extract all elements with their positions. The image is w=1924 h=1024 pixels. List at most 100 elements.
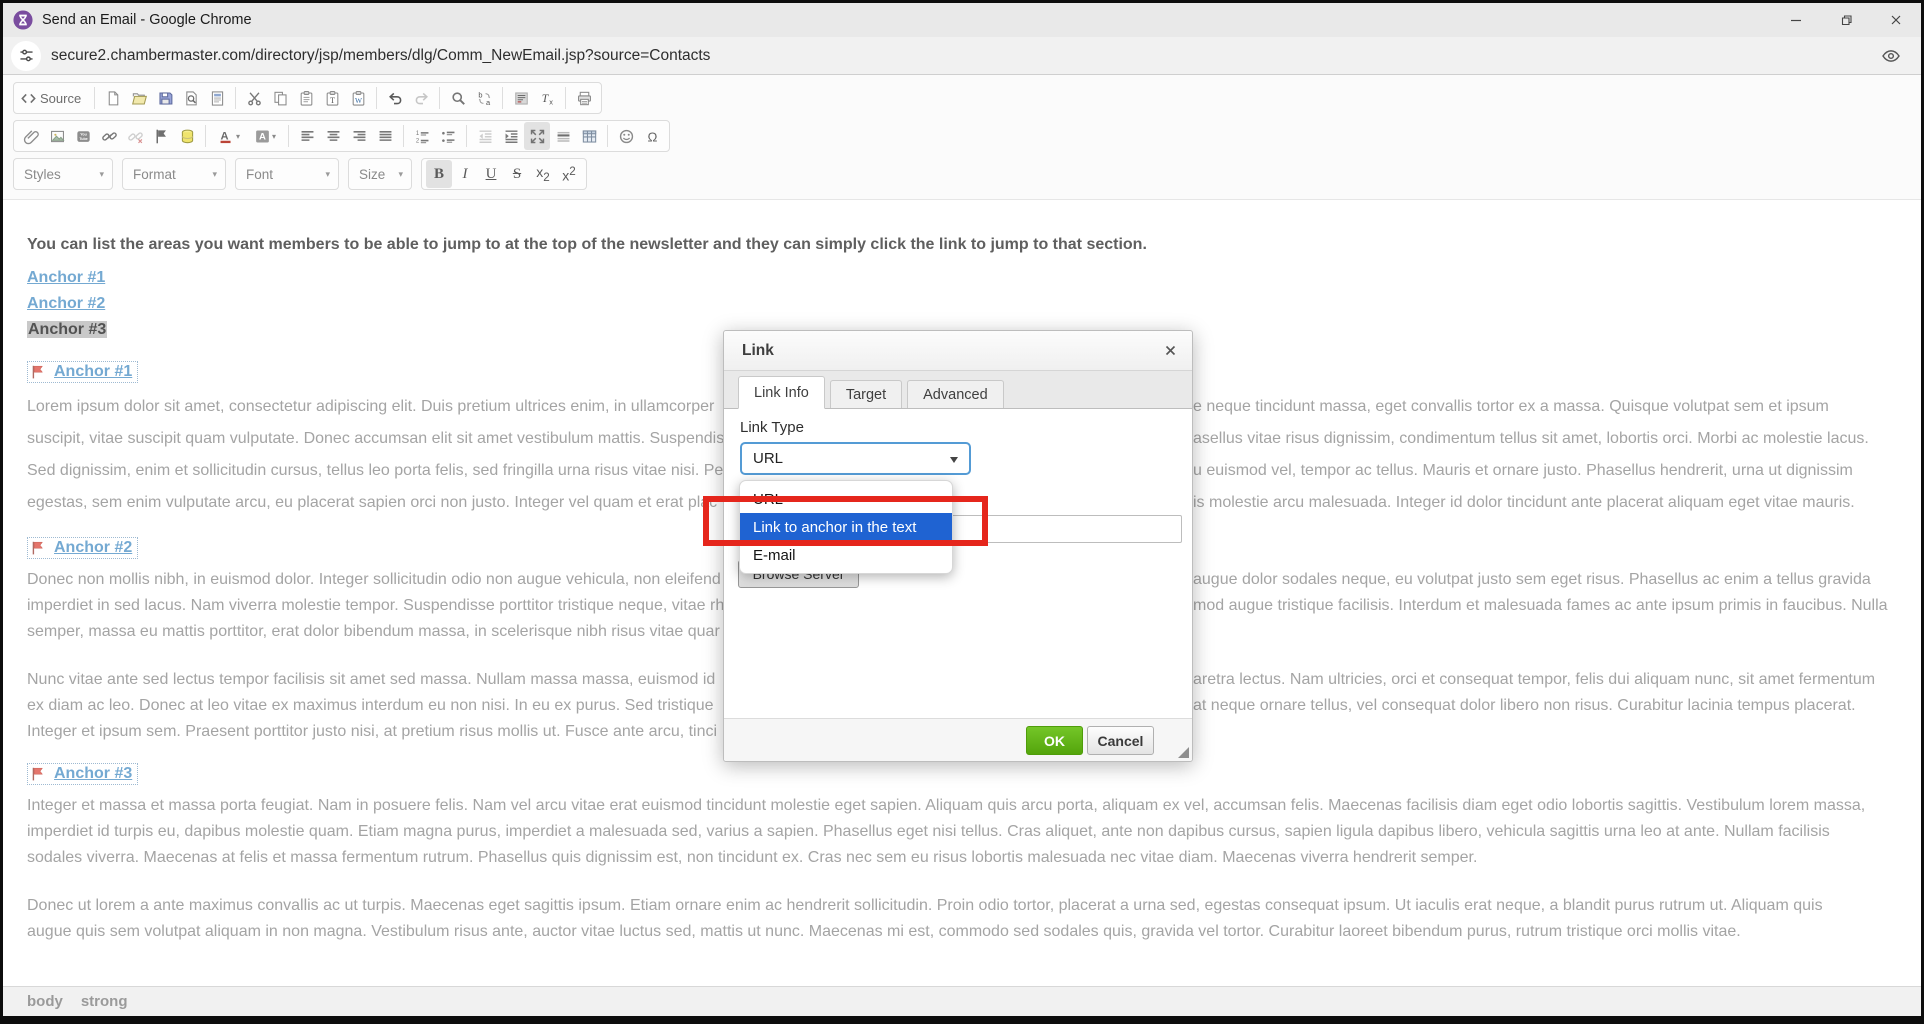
line-right-segment: u euismod vel, tempor ac tellus. Mauris …	[1193, 462, 1853, 479]
tab-advanced[interactable]: Advanced	[907, 380, 1004, 408]
image-button[interactable]	[44, 122, 70, 150]
toolbar-separator	[288, 125, 289, 147]
app-icon	[13, 10, 33, 30]
minimize-button[interactable]	[1771, 3, 1821, 37]
resize-grip[interactable]	[1178, 747, 1189, 758]
anchor-heading-link[interactable]: Anchor #3	[54, 765, 132, 783]
format-dropdown[interactable]: Format ▾	[122, 158, 226, 190]
anchor-link[interactable]: Anchor #2	[27, 295, 105, 312]
svg-text:2: 2	[415, 138, 418, 144]
toolbar-group: Source T Wb a Tx	[13, 82, 603, 114]
anchor-heading-link[interactable]: Anchor #1	[54, 363, 132, 381]
line-left-segment: Nunc vitae ante sed lectus tempor facili…	[27, 671, 716, 688]
table-button[interactable]	[576, 122, 602, 150]
bold-button[interactable]: B	[426, 160, 452, 188]
styles-dropdown[interactable]: Styles ▾	[13, 158, 113, 190]
italic-button[interactable]: I	[452, 160, 478, 188]
anchor-flag-icon	[30, 766, 50, 782]
ok-button[interactable]: OK	[1026, 726, 1083, 755]
unlink-icon	[127, 128, 144, 145]
paste-text-button[interactable]: T	[319, 84, 345, 112]
attachment-button[interactable]	[18, 122, 44, 150]
paste-icon	[298, 90, 315, 107]
link-button[interactable]	[96, 122, 122, 150]
anchor-heading-link[interactable]: Anchor #2	[54, 539, 132, 557]
element-path-item[interactable]: body	[27, 993, 63, 1010]
link-type-select[interactable]: URL	[740, 442, 971, 475]
bulleted-list-button[interactable]	[435, 122, 461, 150]
size-dropdown[interactable]: Size ▾	[348, 158, 412, 190]
site-settings-icon[interactable]	[11, 40, 41, 71]
templates-button[interactable]	[204, 84, 230, 112]
align-right-button[interactable]	[346, 122, 372, 150]
replace-button[interactable]: ba	[471, 84, 497, 112]
special-char-button[interactable]: Ω	[639, 122, 665, 150]
url-text[interactable]: secure2.chambermaster.com/directory/jsp/…	[51, 47, 710, 65]
youtube-button[interactable]: You Tube	[70, 122, 96, 150]
remove-format-button[interactable]: Tx	[534, 84, 560, 112]
strikethrough-button[interactable]: S	[504, 160, 530, 188]
numbered-list-button[interactable]: 12	[409, 122, 435, 150]
save-button[interactable]	[152, 84, 178, 112]
superscript-button[interactable]: x2	[556, 160, 582, 188]
line-left-segment: imperdiet in sed lacus. Nam viverra mole…	[27, 597, 725, 614]
font-dropdown[interactable]: Font ▾	[235, 158, 339, 190]
indent-button[interactable]	[498, 122, 524, 150]
folder-open-button[interactable]	[126, 84, 152, 112]
source-button[interactable]: Source	[18, 84, 89, 112]
attachment-icon	[23, 128, 40, 145]
eye-icon[interactable]	[1881, 46, 1901, 66]
unlink-button[interactable]	[122, 122, 148, 150]
horizontal-rule-button[interactable]	[550, 122, 576, 150]
toolbar-separator	[94, 87, 96, 109]
smiley-button[interactable]	[613, 122, 639, 150]
save-icon	[157, 90, 174, 107]
element-path-item[interactable]: strong	[81, 993, 128, 1010]
anchor-flag-icon	[30, 364, 50, 380]
line-right-segment: augue dolor sodales neque, eu volutpat j…	[1193, 571, 1871, 588]
chevron-down-icon: ▾	[235, 131, 240, 141]
chevron-down-icon: ▾	[99, 168, 104, 179]
close-button[interactable]	[1871, 3, 1921, 37]
tab-target[interactable]: Target	[829, 380, 903, 408]
editor-toolbar: Source T Wb a Tx You Tube A ▾ A ▾ 1 2 Ω Styles ▾ Forma…	[3, 75, 1921, 200]
anchor-button[interactable]	[148, 122, 174, 150]
redo-button[interactable]	[408, 84, 434, 112]
copy-button[interactable]	[267, 84, 293, 112]
select-all-button[interactable]	[508, 84, 534, 112]
maximize-button[interactable]	[524, 122, 550, 150]
undo-button[interactable]	[382, 84, 408, 112]
numbered-list-icon: 12	[414, 128, 431, 145]
text-color-button[interactable]: A ▾	[211, 122, 247, 150]
underline-button[interactable]: U	[478, 160, 504, 188]
cancel-button[interactable]: Cancel	[1087, 726, 1154, 755]
align-justify-button[interactable]	[372, 122, 398, 150]
preview-button[interactable]	[178, 84, 204, 112]
bg-color-button[interactable]: A ▾	[247, 122, 283, 150]
intro-text: You can list the areas you want members …	[27, 236, 1147, 253]
line-right-segment: is molestie arcu malesuada. Integer id d…	[1193, 494, 1855, 511]
find-button[interactable]	[445, 84, 471, 112]
selected-anchor-text[interactable]: Anchor #3	[27, 321, 108, 338]
restore-button[interactable]	[1821, 3, 1871, 37]
paragraph-line: Integer et massa et massa porta feugiat.…	[27, 793, 1921, 819]
subscript-button[interactable]: x2	[530, 160, 556, 188]
paste-word-button[interactable]: W	[345, 84, 371, 112]
align-left-button[interactable]	[294, 122, 320, 150]
doc-new-button[interactable]	[100, 84, 126, 112]
templates-icon	[209, 90, 226, 107]
paste-button[interactable]	[293, 84, 319, 112]
svg-text:You: You	[80, 132, 87, 136]
tab-link-info[interactable]: Link Info	[738, 376, 825, 409]
cut-button[interactable]	[241, 84, 267, 112]
outdent-button[interactable]	[472, 122, 498, 150]
align-center-button[interactable]	[320, 122, 346, 150]
merge-data-button[interactable]	[174, 122, 200, 150]
print-button[interactable]	[571, 84, 597, 112]
url-bar[interactable]: secure2.chambermaster.com/directory/jsp/…	[3, 37, 1921, 75]
horizontal-rule-icon	[555, 128, 572, 145]
anchor-link[interactable]: Anchor #1	[27, 269, 105, 286]
strikethrough-icon: S	[512, 166, 522, 182]
dialog-close-icon[interactable]	[1163, 343, 1178, 358]
bg-color-icon: A	[254, 128, 271, 145]
